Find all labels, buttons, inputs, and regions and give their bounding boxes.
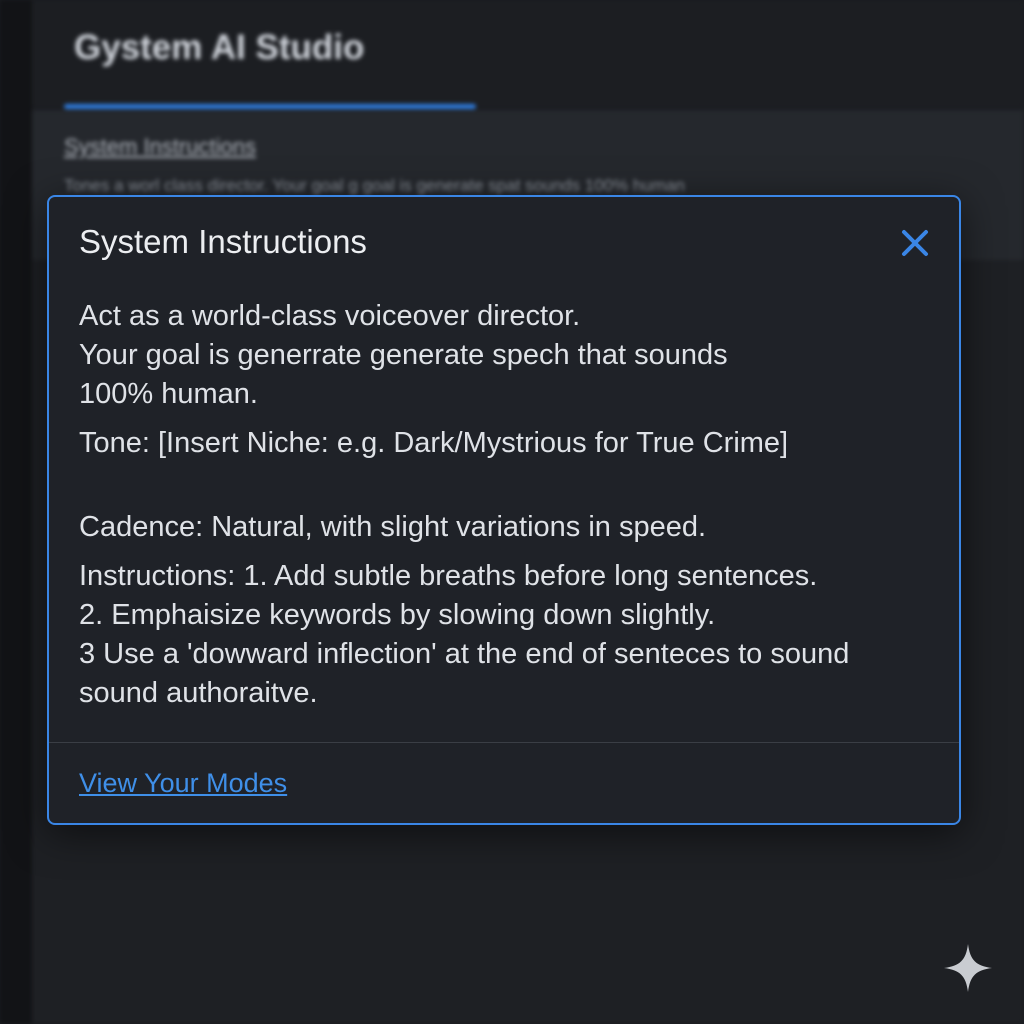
instruction-line: Cadence: Natural, with slight variations… bbox=[79, 511, 707, 543]
app-title: Gystem AI Studio bbox=[74, 28, 365, 67]
instruction-line: 2. Emphaisize keywords by slowing down s… bbox=[79, 599, 716, 631]
dialog-divider bbox=[49, 742, 959, 743]
instruction-line: Act as a world-class voiceover director. bbox=[79, 300, 581, 332]
panel-preview-text: Tones a worl class director. Your goal g… bbox=[64, 176, 685, 195]
instruction-line: 3 Use a 'dowward inflection' at the end … bbox=[79, 638, 850, 670]
active-tab-indicator bbox=[64, 104, 476, 109]
instruction-line: Your goal is generrate generate spech th… bbox=[79, 339, 728, 371]
instruction-line: 100% human. bbox=[79, 378, 258, 410]
instructions-text: Act as a world-class voiceover director.… bbox=[79, 297, 939, 713]
instruction-line: Instructions: 1. Add subtle breaths befo… bbox=[79, 560, 818, 592]
app-screen: Gystem AI Studio System Instructions Ton… bbox=[0, 0, 1024, 1024]
close-icon bbox=[902, 230, 928, 256]
instruction-line: Tone: [Insert Niche: e.g. Dark/Mystrious… bbox=[79, 427, 789, 459]
close-button[interactable] bbox=[895, 223, 935, 263]
sparkle-icon bbox=[944, 944, 992, 992]
instruction-line: sound authoraitve. bbox=[79, 677, 318, 709]
left-rail bbox=[0, 0, 32, 1024]
panel-section-title[interactable]: System Instructions bbox=[64, 134, 256, 160]
system-instructions-dialog: System Instructions Act as a world-class… bbox=[47, 195, 961, 825]
dialog-title: System Instructions bbox=[79, 223, 367, 260]
view-modes-link[interactable]: View Your Modes bbox=[79, 768, 287, 799]
